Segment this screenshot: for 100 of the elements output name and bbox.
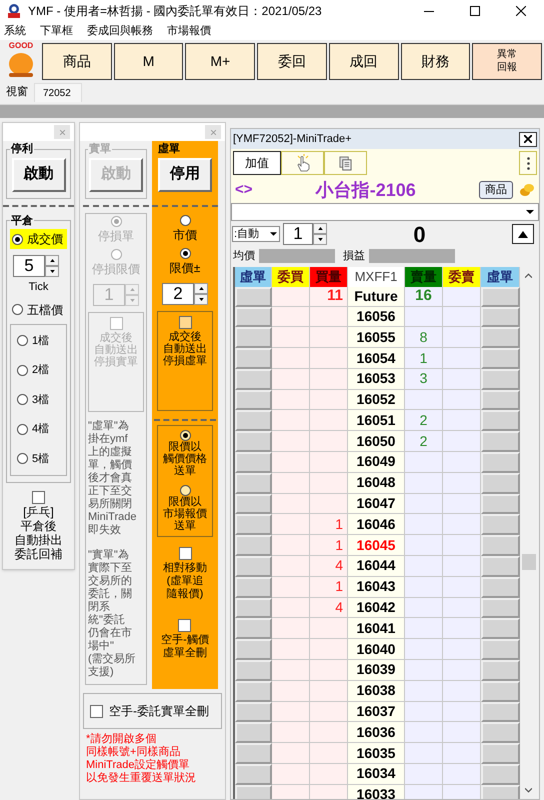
checkbox[interactable] xyxy=(90,704,103,718)
order-slot-button[interactable] xyxy=(481,535,520,556)
order-slot-button[interactable] xyxy=(481,743,520,764)
order-slot-button[interactable] xyxy=(235,702,272,722)
spin-up-button[interactable] xyxy=(194,282,208,294)
order-slot-button[interactable] xyxy=(481,452,520,473)
order-slot-button[interactable] xyxy=(481,472,520,494)
order-slot-button[interactable] xyxy=(481,639,520,660)
switch-arrows[interactable]: <> xyxy=(235,178,253,202)
order-slot-button[interactable] xyxy=(481,618,520,640)
toolbar-button[interactable]: 商品 xyxy=(42,42,112,80)
order-slot-button[interactable] xyxy=(481,764,520,785)
radio-button[interactable] xyxy=(17,394,28,406)
close-button[interactable] xyxy=(519,132,537,146)
spin-down-button[interactable] xyxy=(313,234,327,245)
order-slot-button[interactable] xyxy=(235,368,272,390)
order-slot-button[interactable] xyxy=(235,494,272,514)
order-slot-button[interactable] xyxy=(235,514,272,536)
order-slot-button[interactable] xyxy=(235,556,272,577)
order-slot-button[interactable] xyxy=(481,702,520,722)
order-slot-button[interactable] xyxy=(481,722,520,744)
order-slot-button[interactable] xyxy=(235,576,272,598)
order-slot-button[interactable] xyxy=(235,286,272,306)
order-slot-button[interactable] xyxy=(481,410,520,432)
product-button[interactable]: 商品 xyxy=(479,181,513,199)
radio-button[interactable] xyxy=(17,453,28,464)
quantity-field[interactable]: 2 xyxy=(162,282,194,304)
order-slot-button[interactable] xyxy=(235,348,272,369)
order-slot-button[interactable] xyxy=(481,390,520,410)
order-slot-button[interactable] xyxy=(481,660,520,681)
order-slot-button[interactable] xyxy=(235,639,272,660)
order-slot-button[interactable] xyxy=(481,348,520,369)
order-slot-button[interactable] xyxy=(481,514,520,536)
radio-label: 限價以 觸價價格 送單 xyxy=(163,440,207,476)
scrollbar-thumb[interactable] xyxy=(522,554,536,570)
order-slot-button[interactable] xyxy=(481,680,520,702)
order-slot-button[interactable] xyxy=(235,390,272,410)
tool-button[interactable] xyxy=(281,151,324,175)
toolbar-button[interactable]: 異常回報 xyxy=(472,42,542,80)
toolbar-button[interactable]: M+ xyxy=(185,42,256,80)
radio-button[interactable] xyxy=(180,248,190,258)
toolbar-button[interactable]: 財務 xyxy=(400,42,470,80)
expand-button[interactable] xyxy=(512,224,534,244)
toolbar-button[interactable]: 成回 xyxy=(328,42,399,80)
order-slot-button[interactable] xyxy=(235,660,272,681)
radio-button[interactable] xyxy=(12,304,23,315)
order-slot-button[interactable] xyxy=(481,327,520,348)
order-slot-button[interactable] xyxy=(235,535,272,556)
toolbar-button[interactable]: 委回 xyxy=(257,42,327,80)
radio-button[interactable] xyxy=(180,430,190,440)
checkbox[interactable] xyxy=(178,546,192,560)
quantity-field[interactable]: 5 xyxy=(13,255,45,277)
order-slot-button[interactable] xyxy=(481,286,520,306)
order-slot-button[interactable] xyxy=(235,764,272,785)
checkbox[interactable] xyxy=(32,491,45,504)
order-slot-button[interactable] xyxy=(235,327,272,348)
menu-item[interactable]: 下單框 xyxy=(40,22,73,40)
table-cell xyxy=(272,431,310,452)
order-slot-button[interactable] xyxy=(235,306,272,328)
order-slot-button[interactable] xyxy=(235,431,272,452)
order-slot-button[interactable] xyxy=(235,743,272,764)
order-slot-button[interactable] xyxy=(481,556,520,577)
radio-button[interactable] xyxy=(17,364,28,376)
topup-button[interactable]: 加值 xyxy=(233,151,281,175)
mode-select[interactable]: :自動 xyxy=(232,226,280,242)
radio-button[interactable] xyxy=(17,335,28,346)
radio-button[interactable] xyxy=(180,214,190,226)
order-slot-button[interactable] xyxy=(481,306,520,328)
menu-item[interactable]: 系統 xyxy=(4,22,26,40)
order-slot-button[interactable] xyxy=(481,431,520,452)
order-slot-button[interactable] xyxy=(235,722,272,744)
spin-down-button[interactable] xyxy=(45,266,59,277)
dropdown-field[interactable] xyxy=(231,203,539,221)
tool-button[interactable] xyxy=(324,151,367,175)
menu-item[interactable]: 市場報價 xyxy=(167,22,211,40)
order-slot-button[interactable] xyxy=(481,576,520,598)
spin-down-button[interactable] xyxy=(194,294,208,304)
order-slot-button[interactable] xyxy=(235,598,272,618)
order-slot-button[interactable] xyxy=(235,452,272,473)
order-slot-button[interactable] xyxy=(235,472,272,494)
quantity-field[interactable]: 1 xyxy=(283,223,313,245)
spin-up-button[interactable] xyxy=(313,223,327,234)
checkbox[interactable] xyxy=(178,618,192,632)
radio-button[interactable] xyxy=(180,484,190,496)
spin-up-button[interactable] xyxy=(45,255,59,266)
order-slot-button[interactable] xyxy=(235,618,272,640)
radio-button[interactable] xyxy=(12,234,23,244)
order-slot-button[interactable] xyxy=(481,598,520,618)
menu-item[interactable]: 委成回與帳務 xyxy=(87,22,153,40)
checkbox[interactable] xyxy=(178,316,192,328)
toolbar-button[interactable]: M xyxy=(114,42,184,80)
toggle-button[interactable]: 停用 xyxy=(158,158,212,192)
window-tab[interactable]: 72052 xyxy=(34,83,82,102)
order-slot-button[interactable] xyxy=(481,368,520,390)
order-slot-button[interactable] xyxy=(235,680,272,702)
order-slot-button[interactable] xyxy=(481,494,520,514)
toggle-button[interactable]: 啟動 xyxy=(12,158,66,192)
more-button[interactable] xyxy=(519,151,537,175)
radio-button[interactable] xyxy=(17,424,28,435)
order-slot-button[interactable] xyxy=(235,410,272,432)
